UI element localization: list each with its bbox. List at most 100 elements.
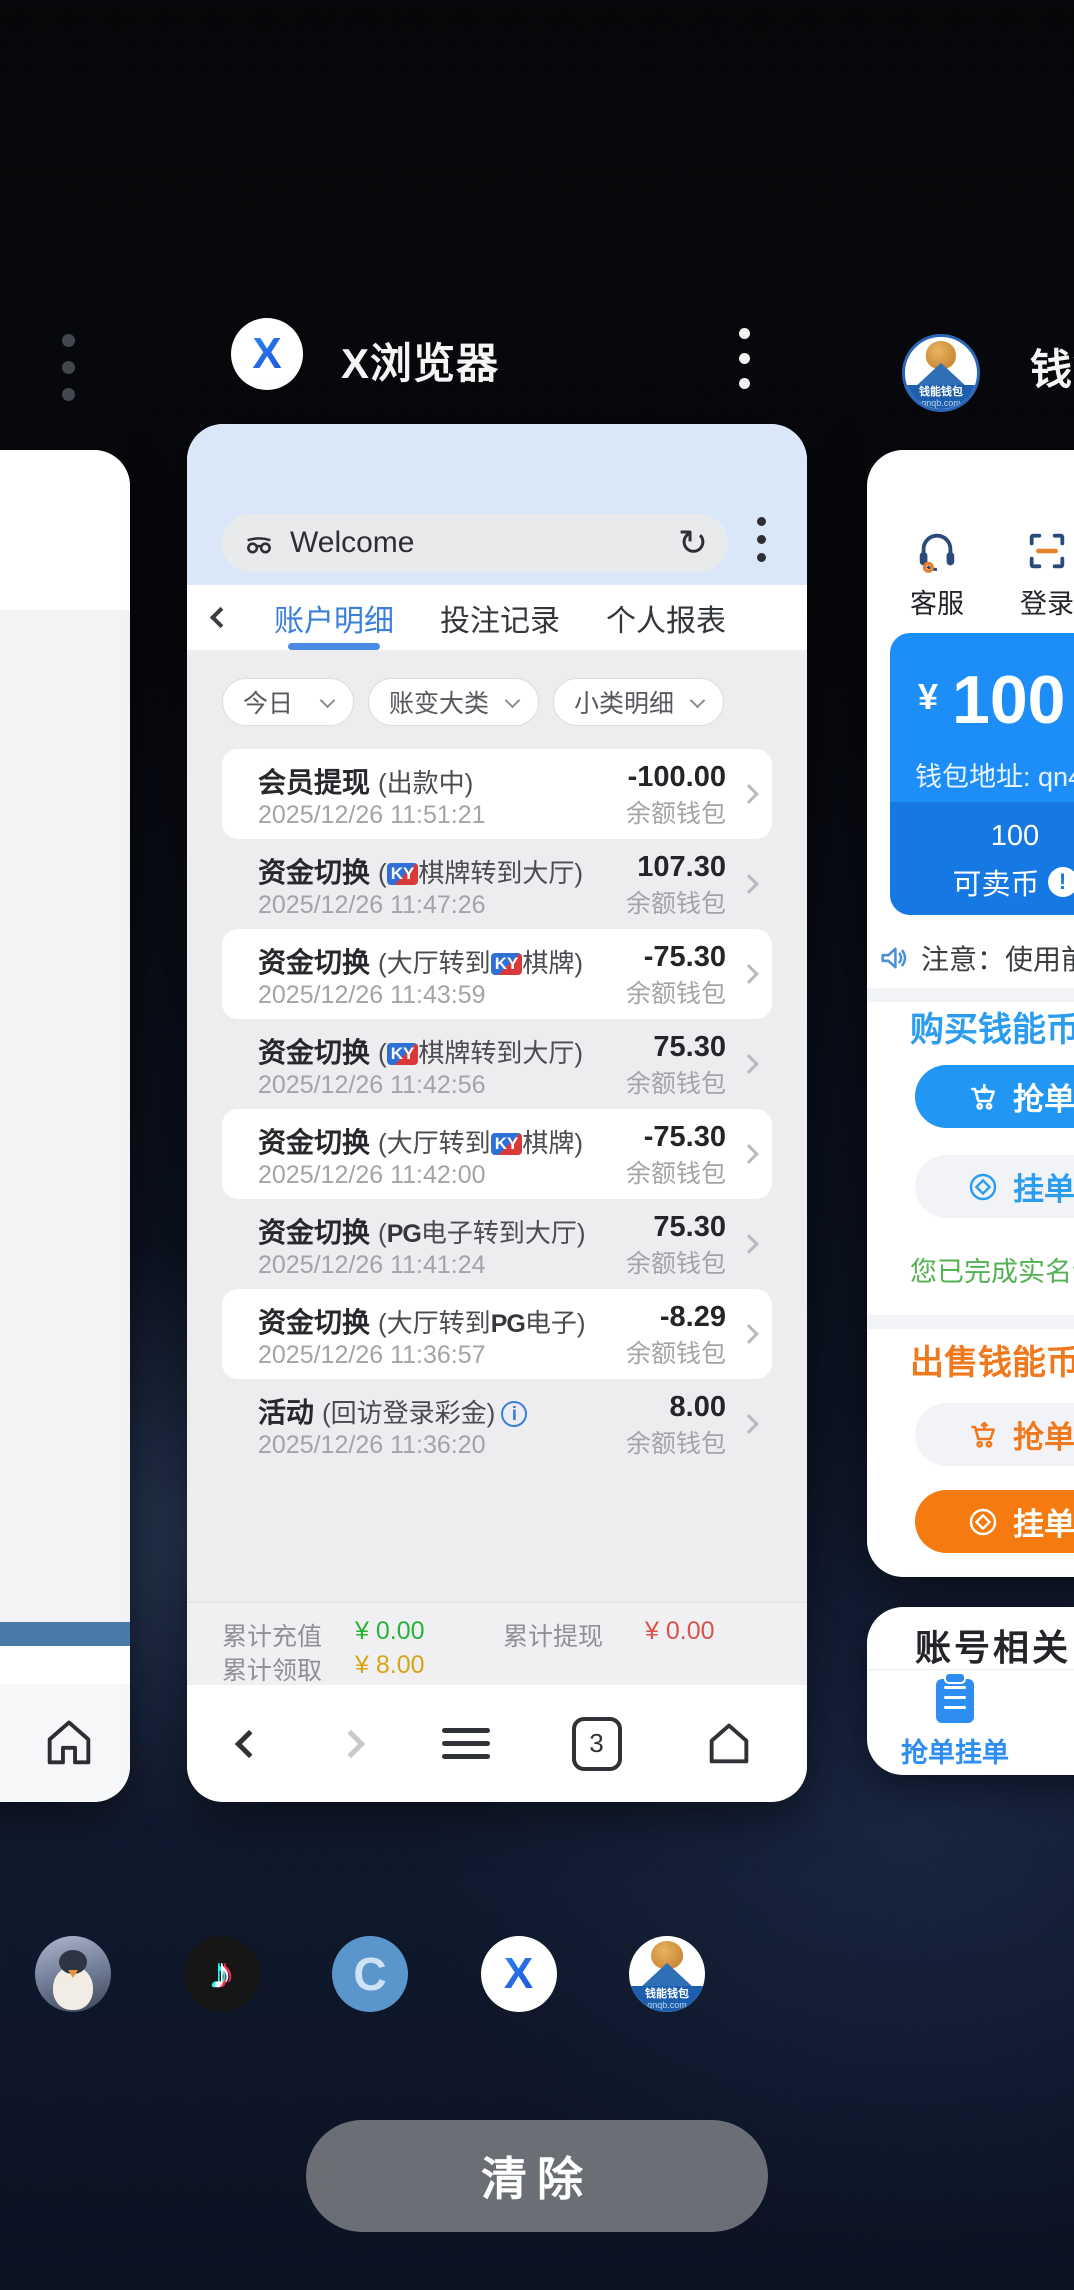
diamond-circle-icon [967, 1171, 999, 1203]
transaction-row[interactable]: 活动(回访登录彩金)i 2025/12/26 11:36:20 8.00 余额钱… [222, 1379, 772, 1469]
pg-brand-icon: PG [387, 1220, 421, 1248]
tab-personal-report[interactable]: 个人报表 [606, 585, 726, 650]
tab-grab-post-orders[interactable]: 抢单挂单 [901, 1679, 1009, 1770]
transaction-row[interactable]: 资金切换(大厅转到KY棋牌) 2025/12/26 11:43:59 -75.3… [222, 929, 772, 1019]
wallet-app-card[interactable]: 客服 登录 ¥100 钱包地址: qn46cb 100 可卖币 ! [867, 450, 1074, 1577]
cart-icon [967, 1419, 999, 1451]
tab-partial[interactable] [1063, 1679, 1074, 1723]
app-switcher-screen: { "header": { "browser_app_title": "X浏览器… [0, 0, 1074, 2290]
chevron-down-icon [505, 692, 521, 708]
login-scan-button[interactable]: 登录 [1017, 528, 1074, 621]
browser-nav-bar: 3 [187, 1685, 807, 1802]
tab-bet-records[interactable]: 投注记录 [440, 585, 560, 650]
grab-order-sell-button[interactable]: 抢单卖 [915, 1403, 1074, 1466]
wallet-logo-triangle [915, 363, 967, 387]
left-card-toolbar [0, 450, 130, 610]
info-icon[interactable]: i [501, 1401, 527, 1427]
filter-category[interactable]: 账变大类 [368, 678, 539, 726]
chevron-down-icon [320, 692, 336, 708]
left-card-page-body [0, 610, 130, 1622]
left-card-white-strip [0, 1646, 130, 1684]
section-divider [867, 1315, 1074, 1329]
tab-account-detail[interactable]: 账户明细 [274, 585, 394, 650]
filter-subcategory[interactable]: 小类明细 [553, 678, 724, 726]
wallet-balance: ¥100 [918, 661, 1066, 739]
wallet-logo-domain: qnqb.com [921, 398, 961, 408]
total-claim-value: ¥ 8.00 [355, 1651, 425, 1680]
grab-order-buy-button[interactable]: 抢单买 [915, 1065, 1074, 1128]
sellable-coin-value: 100 [890, 820, 1074, 853]
left-card-blue-bar [0, 1622, 130, 1646]
wallet-quick-actions: 客服 登录 [867, 528, 1074, 621]
transaction-row[interactable]: 资金切换(大厅转到KY棋牌) 2025/12/26 11:42:00 -75.3… [222, 1109, 772, 1199]
buy-section-title: 购买钱能币 [910, 1002, 1074, 1051]
c-browser-app-icon[interactable]: C [332, 1936, 408, 2012]
alert-icon[interactable]: ! [1048, 867, 1074, 897]
pg-brand-icon: PG [491, 1310, 525, 1338]
total-claim-label: 累计领取 [222, 1651, 322, 1687]
total-recharge-value: ¥ 0.00 [355, 1617, 425, 1646]
transaction-row[interactable]: 会员提现(出款中) 2025/12/26 11:51:21 -100.00 余额… [222, 749, 772, 839]
wallet-card-app-title: 钱能钱包 [1030, 336, 1074, 397]
filter-row: 今日 账变大类 小类明细 [222, 678, 807, 726]
x-browser-dock-icon[interactable]: X [481, 1936, 557, 2012]
transaction-row[interactable]: 资金切换(大厅转到PG电子) 2025/12/26 11:36:57 -8.29… [222, 1289, 772, 1379]
tiktok-app-icon[interactable]: ♪ [184, 1936, 260, 2012]
transaction-row[interactable]: 资金切换(PG电子转到大厅) 2025/12/26 11:41:24 75.30… [222, 1199, 772, 1289]
divider [867, 1669, 1074, 1670]
left-card-menu-icon[interactable] [62, 334, 75, 415]
headset-icon [914, 528, 960, 574]
transaction-row[interactable]: 资金切换(KY棋牌转到大厅) 2025/12/26 11:47:26 107.3… [222, 839, 772, 929]
post-order-sell-button[interactable]: 挂单卖 [915, 1490, 1074, 1553]
notice-text: 注意：使用前请仔 [921, 938, 1074, 978]
cart-icon [967, 1081, 999, 1113]
clear-all-button[interactable]: 清除 [306, 2120, 768, 2232]
summary-bar: 累计充值 ¥ 0.00 累计提现 ¥ 0.00 累计领取 ¥ 8.00 [187, 1602, 807, 1685]
customer-service-button[interactable]: 客服 [907, 528, 967, 621]
browser-menu-icon[interactable] [757, 517, 766, 571]
ky-brand-icon: KY [387, 863, 419, 885]
account-detail-page: 今日 账变大类 小类明细 会员提现(出款中) 2025/12/26 11:51:… [187, 650, 807, 1602]
ky-brand-icon: KY [491, 1133, 523, 1155]
balance-panel[interactable]: ¥100 钱包地址: qn46cb 100 可卖币 ! [890, 633, 1074, 915]
chevron-down-icon [690, 692, 706, 708]
x-browser-app-icon[interactable]: X [231, 318, 303, 390]
nav-home-icon[interactable] [703, 1718, 755, 1770]
browser-card-menu-icon[interactable] [739, 328, 750, 403]
nav-menu-icon[interactable] [442, 1720, 490, 1767]
wallet-logo-text: 钱能钱包 [919, 386, 963, 398]
ky-brand-icon: KY [387, 1043, 419, 1065]
filter-date[interactable]: 今日 [222, 678, 354, 726]
left-app-card[interactable]: 文/A [0, 450, 130, 1802]
nav-tab-counter[interactable]: 3 [572, 1717, 622, 1771]
qianneng-wallet-dock-icon[interactable]: 钱能钱包 qnqb.com [629, 1936, 705, 2012]
home-icon[interactable] [40, 1714, 98, 1772]
page-tab-bar: 账户明细 投注记录 个人报表 [187, 585, 807, 650]
ky-brand-icon: KY [491, 953, 523, 975]
url-bar[interactable]: Welcome ↻ [222, 514, 728, 572]
wallet-app-icon[interactable]: 钱能钱包 qnqb.com [902, 334, 980, 412]
notice-ticker: 注意：使用前请仔 [877, 938, 1074, 978]
transaction-row[interactable]: 资金切换(KY棋牌转到大厅) 2025/12/26 11:42:56 75.30… [222, 1019, 772, 1109]
total-withdraw-value: ¥ 0.00 [645, 1617, 715, 1646]
refresh-icon[interactable]: ↻ [678, 525, 708, 561]
dock: ♪ C X 钱能钱包 qnqb.com [0, 1936, 740, 2012]
url-text: Welcome [290, 526, 678, 560]
nav-back-icon[interactable] [235, 1729, 263, 1757]
wallet-address: 钱包地址: qn46cb [915, 755, 1074, 794]
sell-section-title: 出售钱能币 [910, 1335, 1074, 1384]
browser-card-app-title: X浏览器 [341, 330, 499, 391]
diamond-circle-icon [967, 1506, 999, 1538]
nav-forward-icon[interactable] [336, 1729, 364, 1757]
wallet-account-card[interactable]: 账号相关 抢单挂单 [867, 1607, 1074, 1775]
scan-login-icon [1024, 528, 1070, 574]
speaker-icon [877, 941, 911, 975]
clipboard-icon [936, 1679, 974, 1723]
post-order-buy-button[interactable]: 挂单买 [915, 1155, 1074, 1218]
transaction-list: 会员提现(出款中) 2025/12/26 11:51:21 -100.00 余额… [187, 749, 807, 1469]
back-icon[interactable] [210, 607, 231, 628]
game-pengu-app-icon[interactable] [35, 1936, 111, 2012]
incognito-icon [242, 526, 276, 560]
left-card-footer [0, 1684, 130, 1802]
browser-app-card[interactable]: Welcome ↻ 账户明细 投注记录 个人报表 今日 账变大类 小类明细 会员… [187, 424, 807, 1802]
